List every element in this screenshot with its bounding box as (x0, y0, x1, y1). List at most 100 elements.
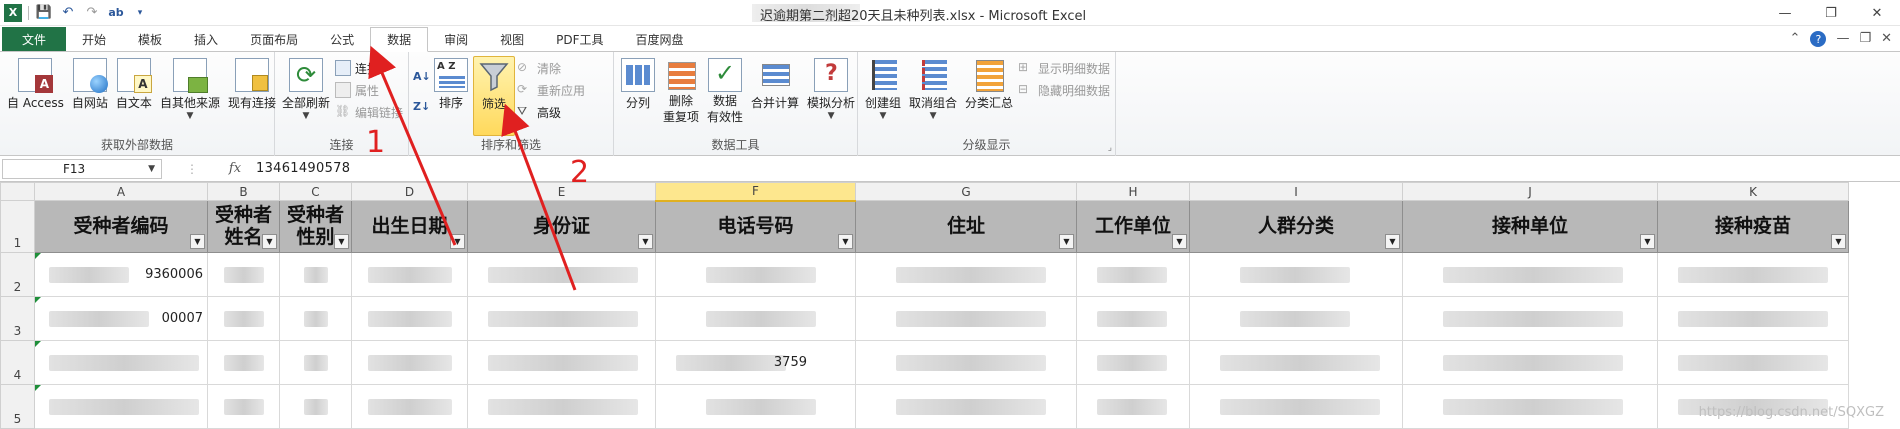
header-cell[interactable]: 电话号码 ▼ (655, 200, 856, 253)
clear-filter-button[interactable]: ⊘ 清除 (517, 58, 585, 78)
data-cell[interactable] (1189, 252, 1403, 297)
undo-icon[interactable]: ↶ (59, 4, 77, 22)
row-header[interactable]: 4 (0, 340, 35, 385)
filter-dropdown-icon[interactable]: ▼ (1059, 234, 1074, 249)
data-cell[interactable] (1402, 252, 1658, 297)
header-cell[interactable]: 接种疫苗 ▼ (1657, 200, 1849, 253)
data-cell[interactable] (1402, 384, 1658, 429)
data-cell[interactable] (655, 252, 856, 297)
data-cell[interactable] (1076, 340, 1190, 385)
hide-detail-button[interactable]: ⊟ 隐藏明细数据 (1018, 80, 1110, 100)
edit-links-button[interactable]: ⛓ 编辑链接 (335, 102, 403, 122)
header-cell[interactable]: 身份证 ▼ (467, 200, 656, 253)
data-cell[interactable] (655, 296, 856, 341)
column-header[interactable]: H (1076, 182, 1190, 201)
filter-dropdown-icon[interactable]: ▼ (638, 234, 653, 249)
row-header[interactable]: 2 (0, 252, 35, 297)
collapse-ribbon-icon[interactable]: ⌃ (1790, 31, 1801, 47)
row-header[interactable]: 1 (0, 200, 35, 253)
data-cell[interactable] (1657, 252, 1849, 297)
spellcheck-icon[interactable]: ab (107, 4, 125, 22)
column-header[interactable]: D (351, 182, 468, 201)
insert-function-icon[interactable]: fx (222, 161, 248, 176)
dialog-launcher-icon[interactable]: ⌟ (1108, 143, 1112, 153)
filter-dropdown-icon[interactable]: ▼ (334, 234, 349, 249)
tab-page-layout[interactable]: 页面布局 (234, 27, 314, 51)
column-header[interactable]: I (1189, 182, 1403, 201)
tab-pdf-tools[interactable]: PDF工具 (540, 27, 619, 51)
data-cell[interactable] (34, 384, 208, 429)
redo-icon[interactable]: ↷ (83, 4, 101, 22)
excel-app-icon[interactable]: X (4, 3, 22, 22)
data-cell[interactable] (855, 252, 1077, 297)
data-cell[interactable] (855, 384, 1077, 429)
data-cell[interactable] (351, 296, 468, 341)
customize-toolbar-icon[interactable]: ▾ (131, 4, 149, 22)
row-header[interactable]: 5 (0, 384, 35, 429)
connections-button[interactable]: 连接 (335, 58, 403, 78)
select-all-corner[interactable] (0, 182, 35, 201)
data-cell[interactable] (1189, 296, 1403, 341)
sort-ascending-button[interactable]: A↓ (413, 68, 431, 88)
filter-dropdown-icon[interactable]: ▼ (838, 234, 853, 249)
show-detail-button[interactable]: ⊞ 显示明细数据 (1018, 58, 1110, 78)
workbook-minimize-icon[interactable]: — (1836, 31, 1849, 47)
data-cell[interactable] (279, 252, 352, 297)
data-cell[interactable] (351, 340, 468, 385)
data-cell[interactable] (279, 384, 352, 429)
help-icon[interactable]: ? (1810, 31, 1827, 47)
data-cell[interactable] (655, 384, 856, 429)
column-header[interactable]: C (279, 182, 352, 201)
filter-dropdown-icon[interactable]: ▼ (262, 234, 277, 249)
data-cell[interactable] (1076, 252, 1190, 297)
data-cell[interactable] (351, 252, 468, 297)
row-header[interactable]: 3 (0, 296, 35, 341)
data-cell[interactable] (207, 340, 280, 385)
data-cell[interactable] (467, 252, 656, 297)
header-cell[interactable]: 受种者性别 ▼ (279, 200, 352, 253)
workbook-close-icon[interactable]: ✕ (1881, 31, 1892, 47)
tab-formulas[interactable]: 公式 (314, 27, 370, 51)
header-cell[interactable]: 出生日期 ▼ (351, 200, 468, 253)
formula-input[interactable]: 13461490578 (248, 161, 350, 176)
data-cell[interactable] (351, 384, 468, 429)
column-header[interactable]: K (1657, 182, 1849, 201)
column-header[interactable]: B (207, 182, 280, 201)
data-cell[interactable] (1076, 384, 1190, 429)
data-cell[interactable]: 3759 (655, 340, 856, 385)
tab-review[interactable]: 审阅 (428, 27, 484, 51)
filter-dropdown-icon[interactable]: ▼ (1831, 234, 1846, 249)
data-cell[interactable] (467, 296, 656, 341)
chevron-down-icon[interactable]: ▼ (148, 164, 155, 174)
data-cell[interactable] (207, 252, 280, 297)
header-cell[interactable]: 人群分类 ▼ (1189, 200, 1403, 253)
header-cell[interactable]: 接种单位 ▼ (1402, 200, 1658, 253)
column-header[interactable]: G (855, 182, 1077, 201)
data-cell[interactable] (1402, 296, 1658, 341)
restore-button[interactable]: ❐ (1808, 0, 1854, 26)
data-cell[interactable] (1402, 340, 1658, 385)
header-cell[interactable]: 住址 ▼ (855, 200, 1077, 253)
data-cell[interactable] (1189, 384, 1403, 429)
properties-button[interactable]: 属性 (335, 80, 403, 100)
tab-view[interactable]: 视图 (484, 27, 540, 51)
data-cell[interactable] (34, 340, 208, 385)
data-cell[interactable] (1657, 340, 1849, 385)
data-cell[interactable] (855, 296, 1077, 341)
tab-baidu-netdisk[interactable]: 百度网盘 (620, 27, 700, 51)
filter-dropdown-icon[interactable]: ▼ (190, 234, 205, 249)
data-cell[interactable] (1076, 296, 1190, 341)
data-cell[interactable] (1657, 296, 1849, 341)
formula-bar-resize-handle[interactable]: ⋮ (162, 162, 222, 176)
data-cell[interactable] (279, 296, 352, 341)
filter-dropdown-icon[interactable]: ▼ (1640, 234, 1655, 249)
tab-templates[interactable]: 模板 (122, 27, 178, 51)
minimize-button[interactable]: — (1762, 0, 1808, 26)
data-cell[interactable]: 00007 (34, 296, 208, 341)
data-cell[interactable] (1189, 340, 1403, 385)
data-cell[interactable] (855, 340, 1077, 385)
filter-dropdown-icon[interactable]: ▼ (450, 234, 465, 249)
data-cell[interactable] (279, 340, 352, 385)
sort-descending-button[interactable]: Z↓ (413, 98, 430, 118)
reapply-button[interactable]: ⟳ 重新应用 (517, 80, 585, 100)
